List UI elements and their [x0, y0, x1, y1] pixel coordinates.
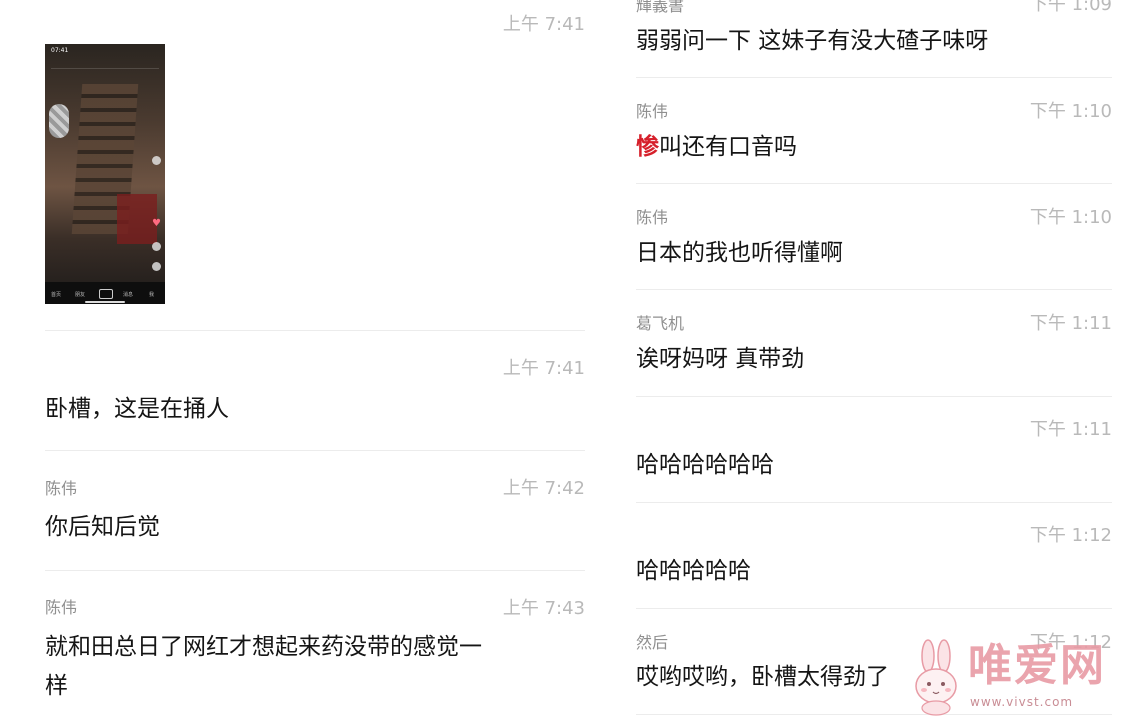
divider — [45, 570, 585, 571]
thumbnail-blurred-face — [49, 104, 69, 138]
divider — [636, 502, 1112, 503]
thumbnail-comment-icon — [152, 242, 161, 251]
message-text: 诶呀妈呀 真带劲 — [636, 346, 805, 372]
thumbnail-heart-icon: ♥ — [152, 218, 161, 229]
rabbit-logo-icon — [915, 639, 957, 716]
thumbnail-bottom-nav: 首页 朋友 消息 我 — [45, 282, 165, 304]
message-time: 上午 7:41 — [502, 14, 585, 35]
message-text: 卧槽，这是在捅人 — [45, 396, 229, 422]
watermark-text: 唯爱网 — [968, 640, 1106, 691]
divider — [636, 289, 1112, 290]
message-text: 你后知后觉 — [45, 514, 160, 540]
screenshot-thumbnail[interactable]: 07:41 ♥ 首页 朋友 消息 我 — [45, 44, 165, 304]
thumbnail-status-time: 07:41 — [51, 47, 69, 54]
thumbnail-avatar-icon — [152, 156, 161, 165]
divider — [636, 183, 1112, 184]
message-text-line2: 样 — [45, 673, 68, 699]
message-text-line1: 就和田总日了网红才想起来药没带的感觉一 — [45, 634, 482, 660]
divider — [45, 450, 585, 451]
thumbnail-top-bar — [51, 60, 159, 69]
message-sender: 然后 — [636, 633, 669, 652]
message-text: 哈哈哈哈哈哈 — [636, 452, 774, 478]
divider — [636, 608, 1112, 609]
thumbnail-nav-friends: 朋友 — [75, 292, 86, 298]
divider — [636, 77, 1112, 78]
message-time: 下午 1:10 — [1029, 207, 1112, 228]
message-text: 日本的我也听得懂啊 — [636, 240, 843, 266]
message-time: 下午 1:10 — [1029, 101, 1112, 122]
message-time: 下午 1:11 — [1029, 313, 1112, 334]
thumbnail-nav-messages: 消息 — [123, 292, 134, 298]
message-time: 上午 7:43 — [502, 598, 585, 619]
message-text: 惨叫还有口音吗 — [636, 128, 1112, 167]
message-text: 哈哈哈哈哈 — [636, 558, 751, 584]
message-sender: 輝義書 — [636, 0, 685, 15]
thumbnail-nav-me: 我 — [149, 292, 155, 298]
divider — [45, 330, 585, 331]
watermark: 唯爱网 www.vivst.com — [908, 636, 1138, 720]
message-time: 下午 1:09 — [1029, 0, 1112, 15]
watermark-url: www.vivst.com — [970, 695, 1074, 709]
message-text: 弱弱问一下 这妹子有没大碴子味呀 — [636, 28, 989, 54]
message-sender: 陈伟 — [45, 479, 78, 498]
thumbnail-plus-icon — [99, 289, 113, 299]
message-sender: 陈伟 — [636, 208, 669, 227]
message-time: 上午 7:42 — [502, 478, 585, 499]
message-text-body: 叫还有口音吗 — [659, 134, 797, 160]
message-sender: 葛飞机 — [636, 314, 685, 333]
message-time: 上午 7:41 — [502, 358, 585, 379]
thumbnail-home-indicator — [85, 301, 125, 303]
message-sender: 陈伟 — [636, 102, 669, 121]
divider — [636, 396, 1112, 397]
message-time: 下午 1:12 — [1029, 525, 1112, 546]
thumbnail-scene-red — [117, 194, 157, 244]
censor-mark: 惨 — [636, 134, 659, 160]
thumbnail-nav-home: 首页 — [51, 292, 62, 298]
message-time: 下午 1:11 — [1029, 419, 1112, 440]
message-sender: 陈伟 — [45, 598, 78, 617]
thumbnail-star-icon — [152, 262, 161, 271]
